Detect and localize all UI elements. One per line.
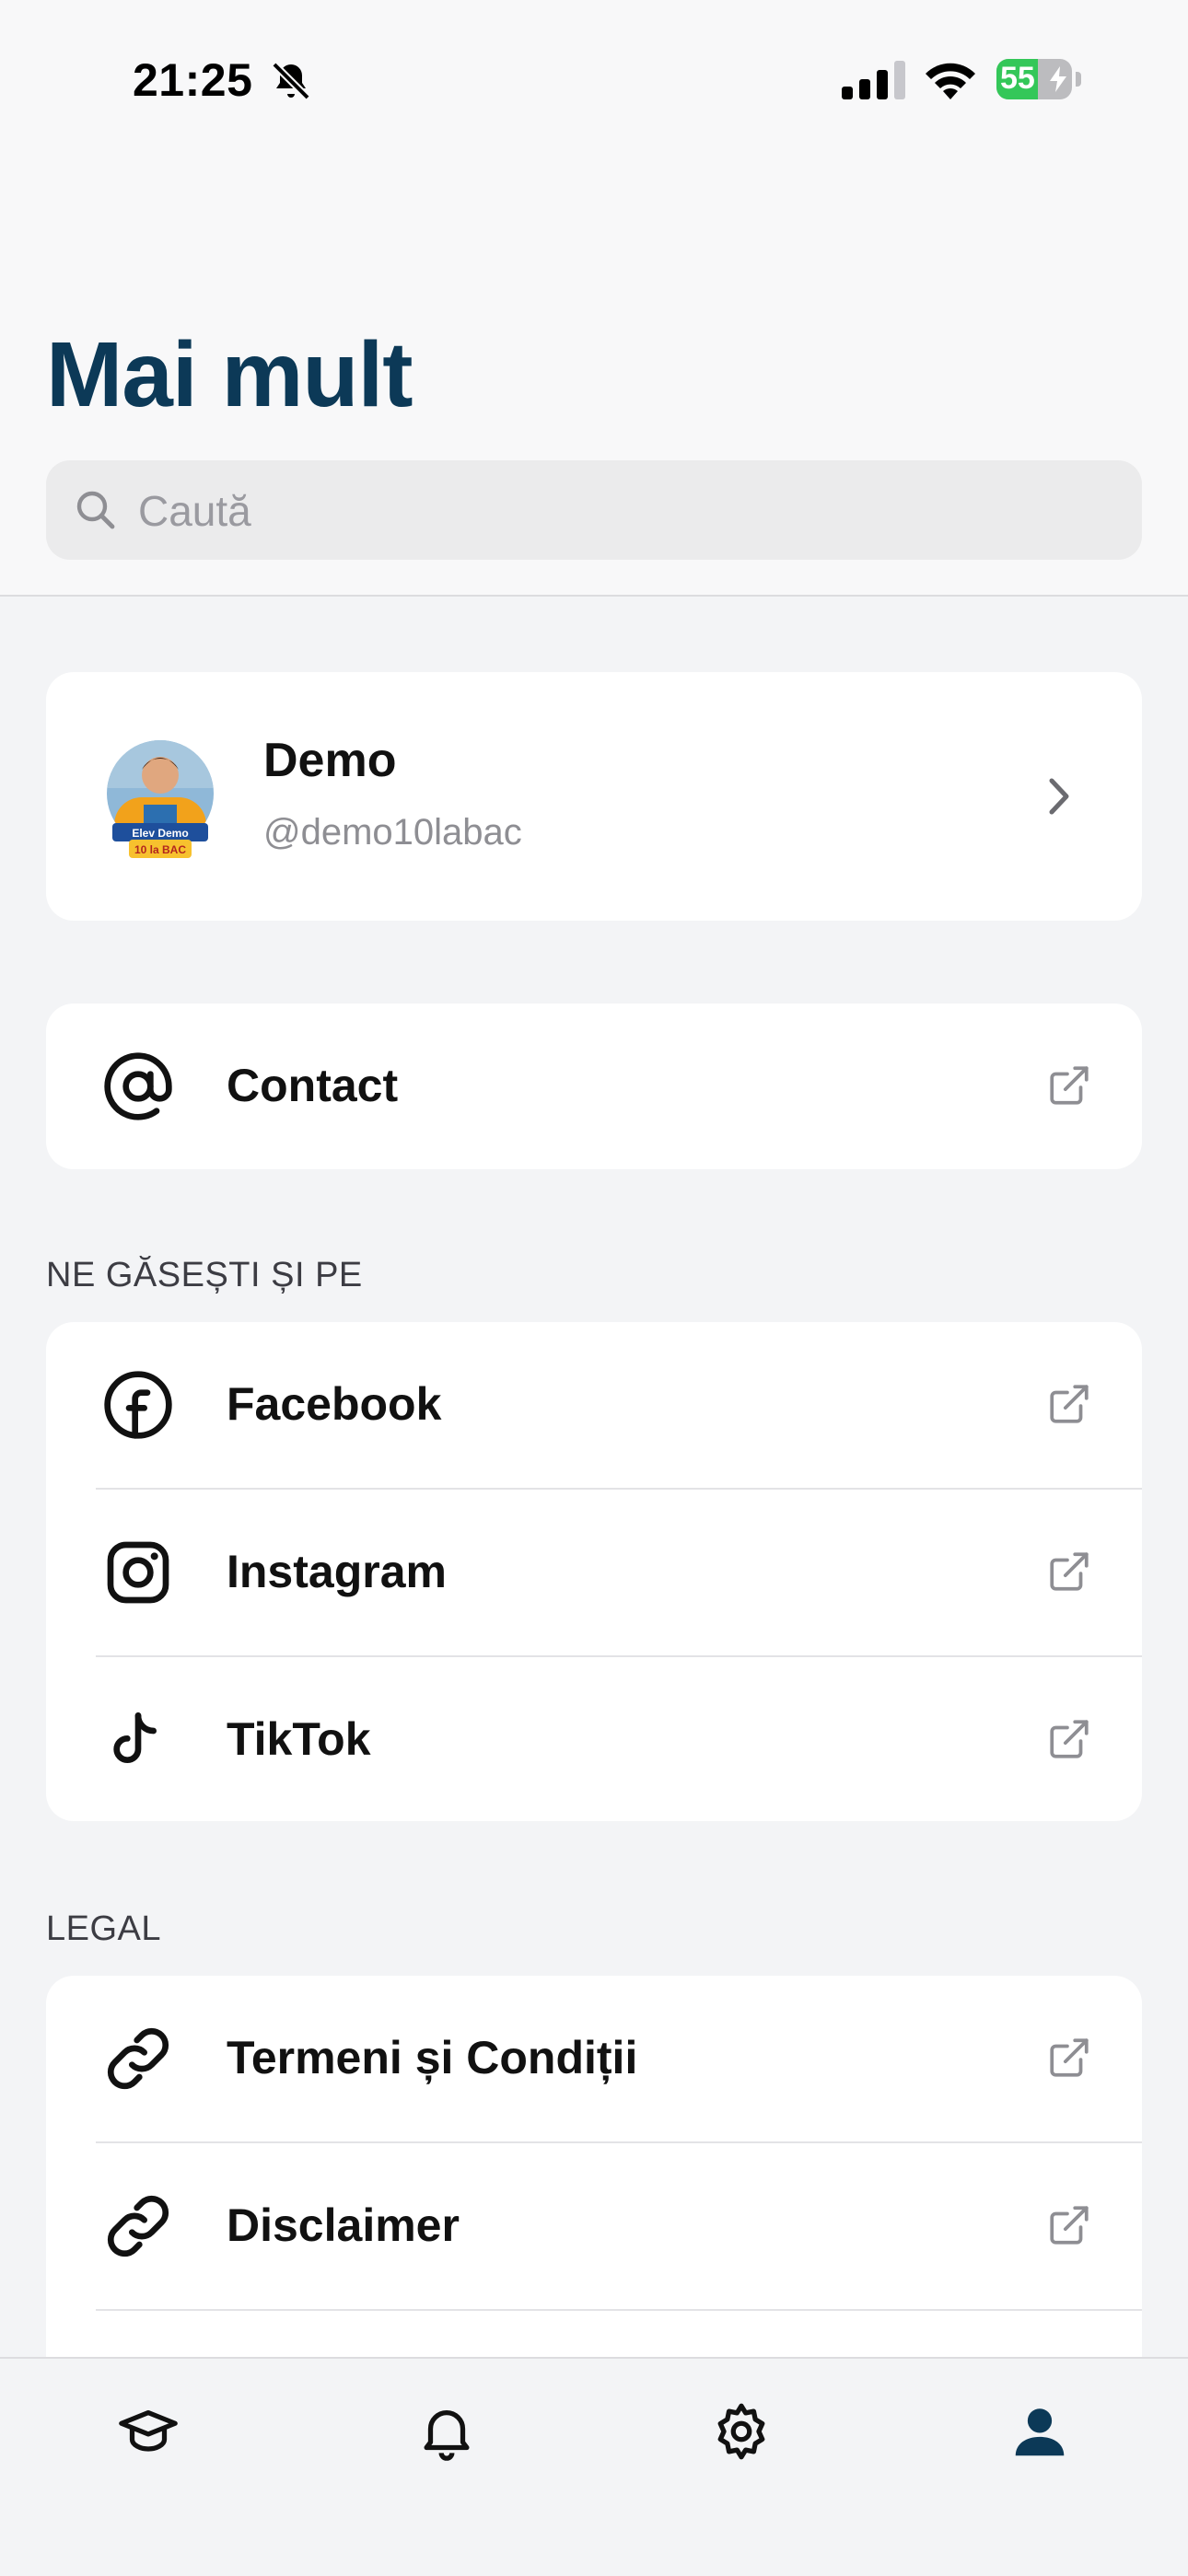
top-header-area: 21:25 55 Mai mult Caută bbox=[0, 0, 1188, 597]
page-title: Mai mult bbox=[46, 323, 413, 426]
facebook-icon bbox=[104, 1371, 172, 1439]
tab-bar bbox=[0, 2357, 1188, 2576]
person-icon bbox=[1015, 2408, 1065, 2456]
tiktok-icon bbox=[113, 1712, 157, 1763]
legal-item-label: Disclaimer bbox=[227, 2199, 460, 2251]
wifi-icon bbox=[926, 63, 975, 99]
instagram-icon bbox=[107, 1541, 169, 1604]
external-link-icon bbox=[1050, 2206, 1089, 2245]
contact-label: Contact bbox=[227, 1060, 399, 1111]
external-link-icon bbox=[1050, 1066, 1089, 1105]
profile-handle: @demo10labac bbox=[263, 812, 522, 853]
search-input[interactable]: Caută bbox=[138, 486, 251, 536]
social-item-facebook[interactable]: Facebook bbox=[46, 1322, 1142, 1488]
legal-item-label: Termeni și Condiții bbox=[227, 2032, 638, 2083]
search-icon bbox=[76, 491, 115, 529]
social-item-label: Facebook bbox=[227, 1378, 442, 1430]
legal-card: Termeni și Condiții Disclaimer bbox=[46, 1976, 1142, 2362]
social-item-label: Instagram bbox=[227, 1546, 447, 1597]
link-icon bbox=[107, 2027, 169, 2090]
social-item-label: TikTok bbox=[227, 1713, 371, 1765]
gear-icon bbox=[717, 2403, 765, 2460]
profile-name: Demo bbox=[263, 734, 397, 787]
tab-profile[interactable] bbox=[1007, 2399, 1072, 2464]
external-link-icon bbox=[1050, 1720, 1089, 1758]
battery-percent: 55 bbox=[1000, 61, 1035, 96]
tab-settings[interactable] bbox=[709, 2399, 774, 2464]
at-icon bbox=[104, 1052, 172, 1120]
contact-card: Contact bbox=[46, 1004, 1142, 1169]
status-time: 21:25 bbox=[133, 54, 253, 106]
battery-nub bbox=[1076, 72, 1081, 87]
divider bbox=[96, 2309, 1142, 2311]
charging-bolt-icon bbox=[1050, 66, 1066, 92]
external-link-icon bbox=[1050, 1552, 1089, 1591]
graduation-cap-icon bbox=[119, 2409, 178, 2452]
social-card: Facebook Instagram TikTok bbox=[46, 1322, 1142, 1821]
contact-row[interactable]: Contact bbox=[46, 1004, 1142, 1169]
external-link-icon bbox=[1050, 1385, 1089, 1423]
link-icon bbox=[107, 2195, 169, 2257]
battery-icon: 55 bbox=[996, 59, 1072, 99]
tab-notifications[interactable] bbox=[414, 2399, 479, 2464]
profile-card[interactable]: Elev Demo 10 la BAC Demo @demo10labac bbox=[46, 672, 1142, 921]
tab-courses[interactable] bbox=[116, 2399, 181, 2464]
signal-icon bbox=[842, 61, 905, 99]
legal-item-terms[interactable]: Termeni și Condiții bbox=[46, 1976, 1142, 2141]
avatar: Elev Demo 10 la BAC bbox=[107, 740, 214, 858]
bell-slash-icon bbox=[272, 62, 310, 100]
avatar-badge-line2: 10 la BAC bbox=[134, 843, 186, 856]
legal-section-header: LEGAL bbox=[46, 1909, 162, 1948]
social-item-tiktok[interactable]: TikTok bbox=[46, 1657, 1142, 1821]
avatar-badge-line1: Elev Demo bbox=[132, 827, 188, 840]
bell-icon bbox=[424, 2409, 470, 2461]
social-item-instagram[interactable]: Instagram bbox=[46, 1490, 1142, 1655]
external-link-icon bbox=[1050, 2038, 1089, 2077]
social-section-header: NE GĂSEȘTI ȘI PE bbox=[46, 1256, 363, 1294]
chevron-right-icon bbox=[1049, 778, 1069, 815]
legal-item-disclaimer[interactable]: Disclaimer bbox=[46, 2143, 1142, 2309]
search-field[interactable]: Caută bbox=[46, 460, 1142, 560]
